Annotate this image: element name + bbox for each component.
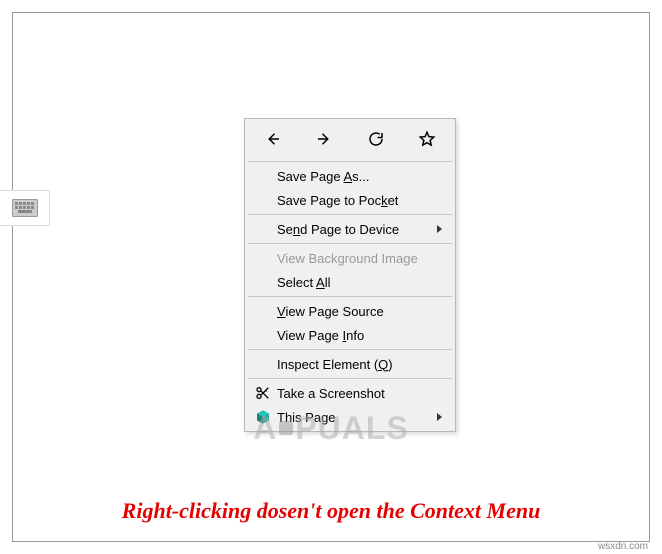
menu-item-label: View Page Info xyxy=(277,328,447,343)
submenu-arrow-icon xyxy=(437,413,447,421)
menu-item[interactable]: Save Page As... xyxy=(247,164,453,188)
menu-separator xyxy=(248,161,452,162)
menu-item[interactable]: Save Page to Pocket xyxy=(247,188,453,212)
menu-item[interactable]: View Page Source xyxy=(247,299,453,323)
menu-item-label: Save Page As... xyxy=(277,169,447,184)
menu-item: View Background Image xyxy=(247,246,453,270)
menu-item[interactable]: Send Page to Device xyxy=(247,217,453,241)
menu-separator xyxy=(248,296,452,297)
menu-item[interactable]: Take a Screenshot xyxy=(247,381,453,405)
menu-separator xyxy=(248,349,452,350)
menu-item-label: Send Page to Device xyxy=(277,222,437,237)
menu-item-label: Inspect Element (Q) xyxy=(277,357,447,372)
menu-icon-empty xyxy=(253,248,273,268)
menu-icon-empty xyxy=(253,301,273,321)
menu-icon-empty xyxy=(253,325,273,345)
menu-separator xyxy=(248,214,452,215)
nav-forward-button[interactable] xyxy=(306,125,342,153)
context-menu-nav-row xyxy=(247,121,453,159)
menu-icon-empty xyxy=(253,354,273,374)
menu-item-label: Save Page to Pocket xyxy=(277,193,447,208)
attribution-text: wsxdn.com xyxy=(598,541,648,552)
menu-separator xyxy=(248,243,452,244)
menu-item-label: Select All xyxy=(277,275,447,290)
keyboard-icon xyxy=(12,199,38,217)
menu-item[interactable]: Inspect Element (Q) xyxy=(247,352,453,376)
menu-item[interactable]: View Page Info xyxy=(247,323,453,347)
nav-reload-button[interactable] xyxy=(358,125,394,153)
annotation-caption: Right-clicking dosen't open the Context … xyxy=(0,498,662,524)
menu-icon-empty xyxy=(253,219,273,239)
submenu-arrow-icon xyxy=(437,225,447,233)
nav-back-button[interactable] xyxy=(255,125,291,153)
menu-item-label: View Page Source xyxy=(277,304,447,319)
back-arrow-icon xyxy=(264,130,282,148)
star-icon xyxy=(418,130,436,148)
menu-item-label: View Background Image xyxy=(277,251,447,266)
menu-item-label: Take a Screenshot xyxy=(277,386,447,401)
menu-item[interactable]: This Page xyxy=(247,405,453,429)
forward-arrow-icon xyxy=(315,130,333,148)
context-menu: Save Page As... Save Page to Pocket Send P… xyxy=(244,118,456,432)
menu-icon-empty xyxy=(253,272,273,292)
reload-icon xyxy=(367,130,385,148)
nav-bookmark-button[interactable] xyxy=(409,125,445,153)
menu-icon-empty xyxy=(253,166,273,186)
onscreen-keyboard-tab[interactable] xyxy=(0,190,50,226)
cube-teal-icon xyxy=(253,407,273,427)
menu-item[interactable]: Select All xyxy=(247,270,453,294)
menu-item-label: This Page xyxy=(277,410,437,425)
menu-icon-empty xyxy=(253,190,273,210)
scissors-icon xyxy=(253,383,273,403)
menu-separator xyxy=(248,378,452,379)
